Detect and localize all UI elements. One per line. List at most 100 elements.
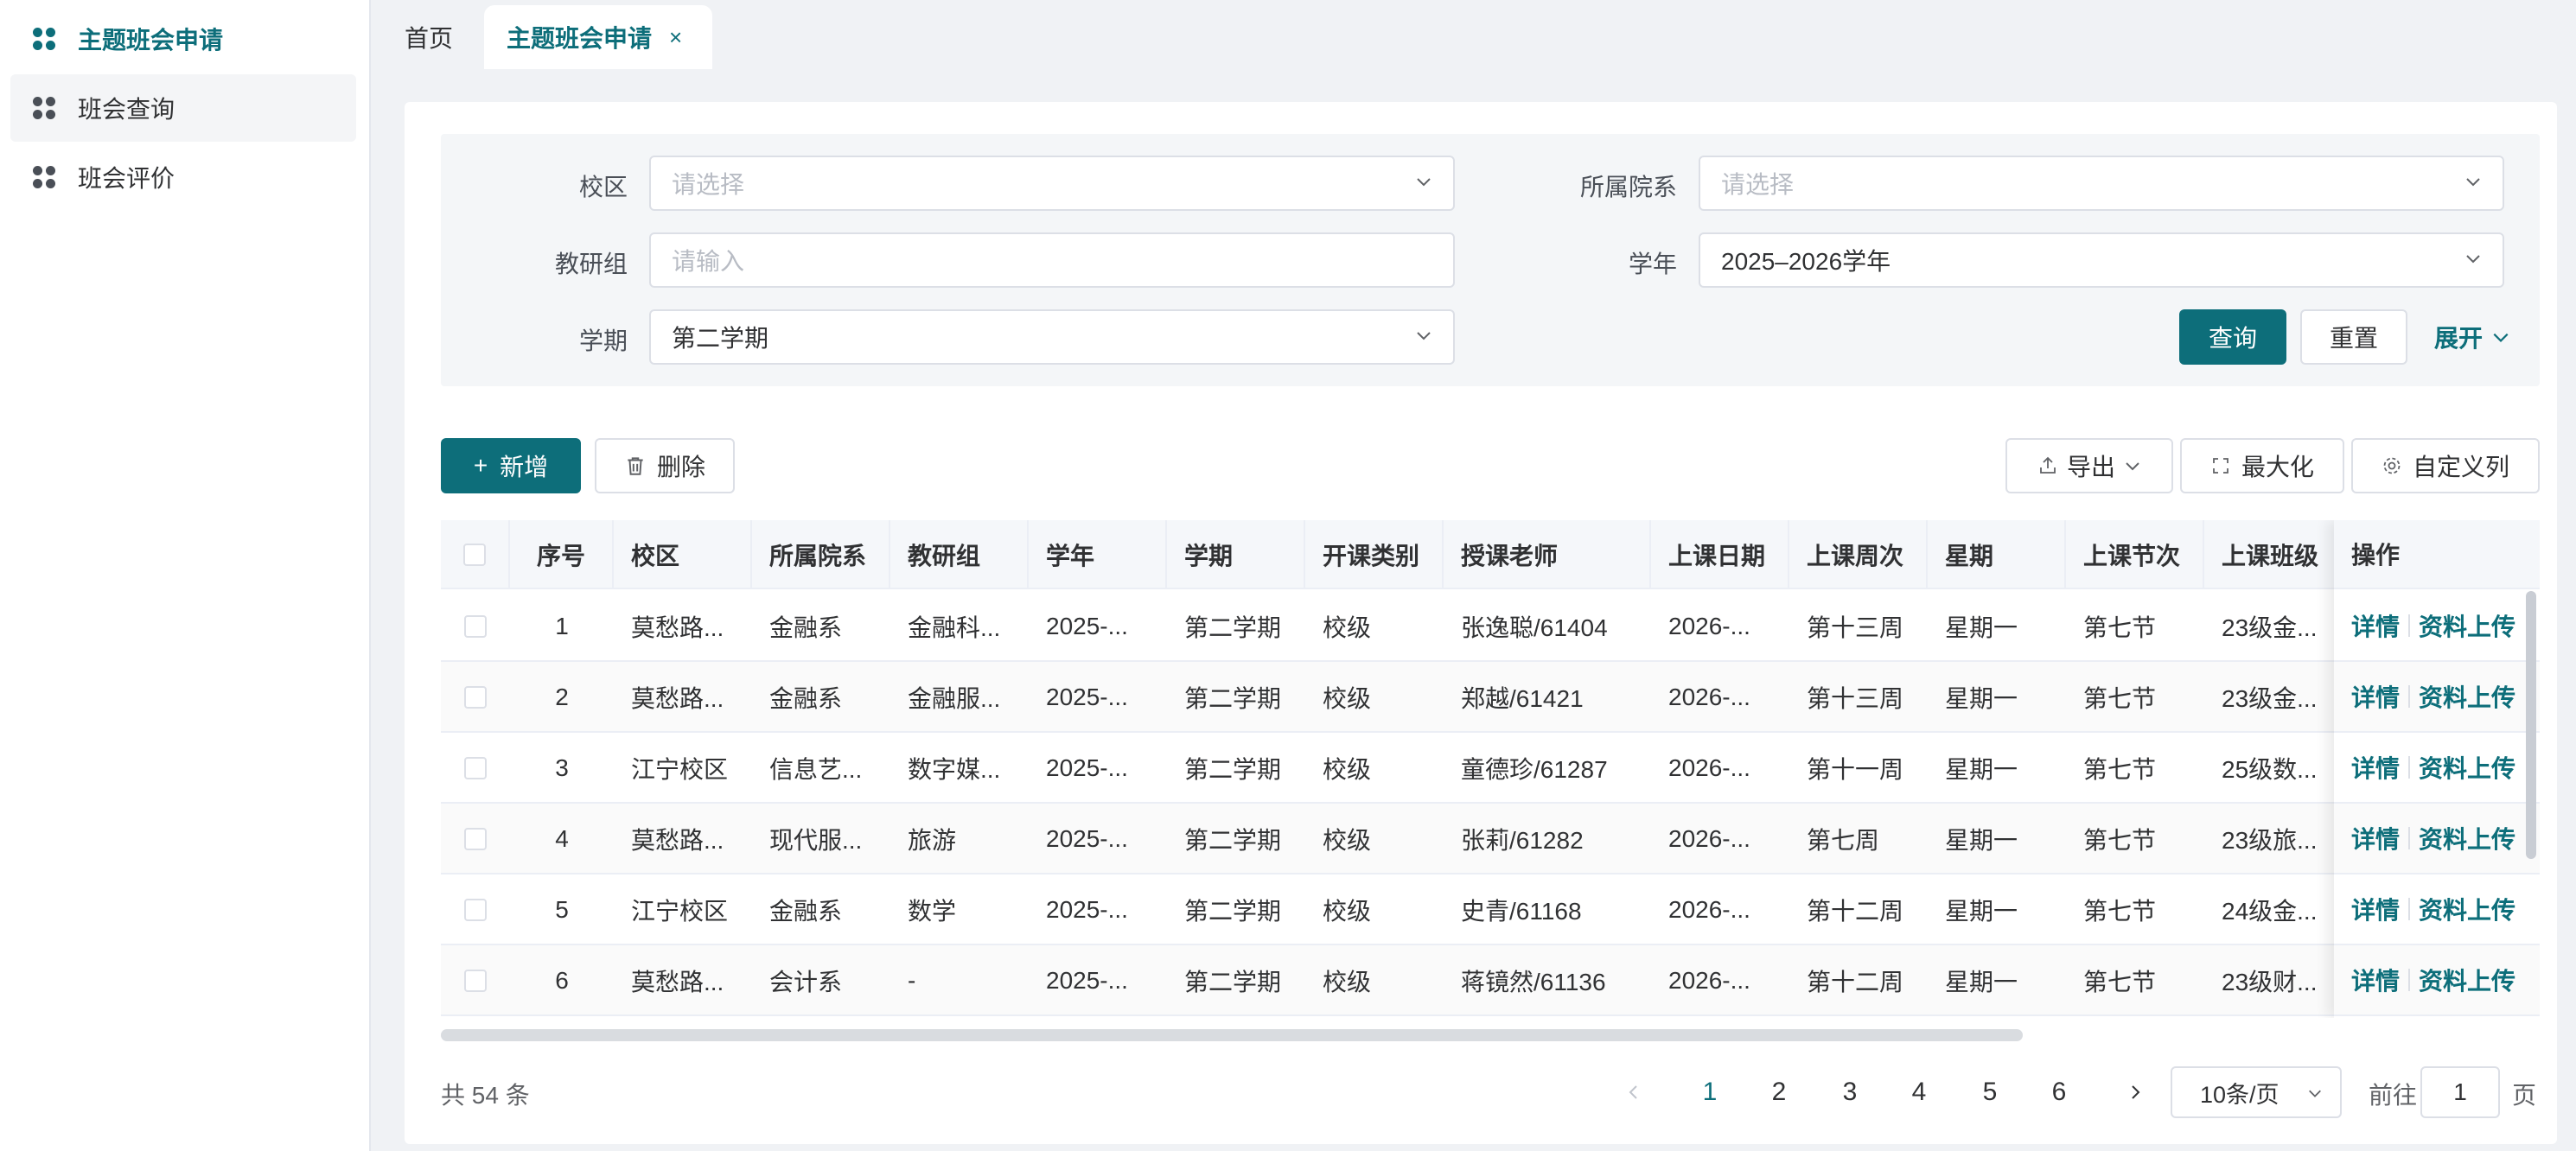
term-value: 第二学期: [672, 325, 769, 352]
maximize-button[interactable]: 最大化: [2180, 438, 2344, 493]
prev-page-button[interactable]: [1613, 1072, 1655, 1113]
cell-term: 第二学期: [1184, 898, 1282, 925]
col-teacher: 授课老师: [1444, 520, 1651, 589]
search-button[interactable]: 查询: [2179, 309, 2286, 365]
upload-link[interactable]: 资料上传: [2419, 679, 2515, 714]
table-row[interactable]: 5 江宁校区 金融系 数学 2025-... 第二学期 校级 史青/61168 2026-...…: [441, 874, 2540, 945]
cell-class: 23级金...: [2222, 614, 2318, 641]
page-6[interactable]: 6: [2038, 1072, 2080, 1113]
custom-columns-button[interactable]: 自定义列: [2351, 438, 2540, 493]
apps-grid-icon: [33, 166, 55, 188]
table-row[interactable]: 3 江宁校区 信息艺... 数字媒... 2025-... 第二学期 校级 童德珍/61287…: [441, 733, 2540, 804]
add-button[interactable]: + 新增: [441, 438, 581, 493]
delete-label: 删除: [656, 454, 705, 480]
tab-theme-meeting-apply[interactable]: 主题班会申请 ×: [484, 5, 712, 69]
cell-teacher: 童德珍/61287: [1461, 756, 1608, 783]
add-label: 新增: [500, 454, 549, 480]
sidebar-item-meeting-evaluation[interactable]: 班会评价: [10, 143, 356, 211]
row-actions: 详情 资料上传: [2334, 945, 2540, 1016]
col-index: 序号: [510, 520, 614, 589]
goto-suffix: 页: [2512, 1082, 2537, 1109]
row-checkbox[interactable]: [464, 899, 487, 921]
cell-department: 金融系: [769, 685, 843, 712]
expand-button[interactable]: 展开: [2420, 309, 2524, 365]
col-class: 上课班级: [2204, 520, 2343, 589]
term-select[interactable]: 第二学期: [649, 309, 1455, 365]
col-week: 上课周次: [1789, 520, 1928, 589]
select-all-checkbox[interactable]: [463, 544, 486, 566]
cell-campus: 莫愁路...: [631, 685, 724, 712]
chevron-down-icon: [2493, 333, 2509, 342]
cell-teacher: 史青/61168: [1461, 898, 1582, 925]
cell-group: 金融科...: [908, 614, 1001, 641]
cell-weekday: 星期一: [1945, 756, 2018, 783]
cell-campus: 江宁校区: [631, 898, 729, 925]
detail-link[interactable]: 详情: [2351, 679, 2400, 714]
group-placeholder: 请输入: [672, 248, 745, 275]
row-checkbox[interactable]: [464, 615, 487, 638]
campus-select[interactable]: 请选择: [649, 156, 1455, 211]
upload-link[interactable]: 资料上传: [2419, 750, 2515, 785]
cell-teacher: 张逸聪/61404: [1461, 614, 1608, 641]
upload-link[interactable]: 资料上传: [2419, 892, 2515, 926]
table-row[interactable]: 1 莫愁路... 金融系 金融科... 2025-... 第二学期 校级 张逸聪/61404 2…: [441, 591, 2540, 662]
detail-link[interactable]: 详情: [2351, 821, 2400, 855]
page-3[interactable]: 3: [1829, 1072, 1871, 1113]
vertical-scrollbar[interactable]: [2526, 591, 2536, 859]
detail-link[interactable]: 详情: [2351, 963, 2400, 997]
upload-link[interactable]: 资料上传: [2419, 821, 2515, 855]
page-2[interactable]: 2: [1758, 1072, 1800, 1113]
col-group: 教研组: [890, 520, 1029, 589]
page-5[interactable]: 5: [1969, 1072, 2011, 1113]
delete-button[interactable]: 删除: [595, 438, 735, 493]
row-checkbox[interactable]: [464, 970, 487, 992]
horizontal-scrollbar[interactable]: [441, 1029, 2023, 1041]
cell-index: 4: [555, 825, 569, 852]
department-select[interactable]: 请选择: [1699, 156, 2504, 211]
cell-department: 信息艺...: [769, 756, 863, 783]
trash-icon: [628, 457, 643, 475]
next-page-button[interactable]: [2114, 1072, 2156, 1113]
col-term: 学期: [1167, 520, 1305, 589]
row-select-cell: [441, 945, 510, 1016]
reset-button[interactable]: 重置: [2300, 309, 2407, 365]
cell-term: 第二学期: [1184, 827, 1282, 854]
row-checkbox[interactable]: [464, 757, 487, 779]
divider: [2408, 756, 2411, 779]
page-size-select[interactable]: 10条/页: [2171, 1066, 2342, 1118]
cell-class: 24级金...: [2222, 898, 2318, 925]
cell-date: 2026-...: [1668, 896, 1750, 923]
table-row[interactable]: 4 莫愁路... 现代服... 旅游 2025-... 第二学期 校级 张莉/61282 202…: [441, 804, 2540, 874]
campus-placeholder: 请选择: [672, 171, 745, 198]
detail-link[interactable]: 详情: [2351, 750, 2400, 785]
tab-label: 主题班会申请: [507, 25, 653, 52]
cell-year: 2025-...: [1046, 613, 1128, 639]
data-table: 序号 校区 所属院系 教研组 学年 学期 开课类别 授课老师 上课日期 上课周次…: [441, 520, 2540, 1018]
export-button[interactable]: 导出: [2005, 438, 2173, 493]
goto-prefix: 前往: [2369, 1082, 2418, 1109]
col-weekday: 星期: [1928, 520, 2066, 589]
year-select[interactable]: 2025–2026学年: [1699, 232, 2504, 288]
detail-link[interactable]: 详情: [2351, 892, 2400, 926]
table-row[interactable]: 6 莫愁路... 会计系 - 2025-... 第二学期 校级 蒋镜然/61136 2026-.…: [441, 945, 2540, 1016]
tab-home[interactable]: 首页: [405, 5, 453, 69]
sidebar-item-meeting-query[interactable]: 班会查询: [10, 74, 356, 142]
page-4[interactable]: 4: [1898, 1072, 1940, 1113]
cell-group: 数字媒...: [908, 756, 1001, 783]
table-row[interactable]: 2 莫愁路... 金融系 金融服... 2025-... 第二学期 校级 郑越/61421 20…: [441, 662, 2540, 733]
upload-link[interactable]: 资料上传: [2419, 963, 2515, 997]
sidebar: 主题班会申请 班会查询 班会评价: [0, 0, 371, 1151]
detail-link[interactable]: 详情: [2351, 608, 2400, 643]
sidebar-item-theme-meeting-apply[interactable]: 主题班会申请: [10, 5, 356, 73]
cell-group: 金融服...: [908, 685, 1001, 712]
row-checkbox[interactable]: [464, 686, 487, 709]
row-checkbox[interactable]: [464, 828, 487, 850]
col-period: 上课节次: [2066, 520, 2204, 589]
page-1[interactable]: 1: [1689, 1072, 1731, 1113]
close-icon[interactable]: ×: [669, 24, 682, 51]
group-input[interactable]: 请输入: [649, 232, 1455, 288]
cell-date: 2026-...: [1668, 967, 1750, 994]
goto-page-input[interactable]: 1: [2420, 1066, 2500, 1118]
upload-link[interactable]: 资料上传: [2419, 608, 2515, 643]
export-label: 导出: [2066, 454, 2115, 480]
